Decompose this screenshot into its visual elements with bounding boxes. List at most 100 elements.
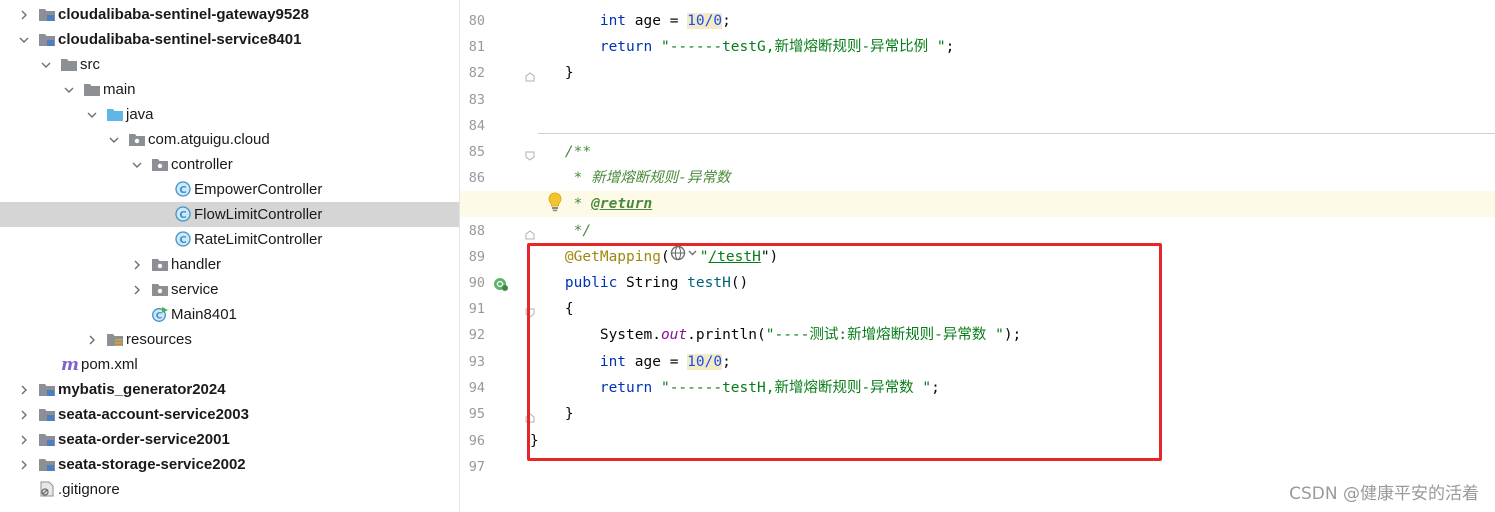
svg-text:C: C [179,210,186,221]
tree-item-service[interactable]: service [0,277,459,302]
chevron-right-icon[interactable] [16,452,32,477]
class-icon: C [174,181,192,197]
code-line-86: * 新增熔断规则-异常数 [564,170,731,186]
code-line-88: */ [564,223,592,239]
module-folder-icon [38,406,56,422]
tree-item-label: cloudalibaba-sentinel-gateway9528 [58,6,309,23]
tree-item-label: com.atguigu.cloud [148,131,270,148]
chevron-right-icon[interactable] [16,402,32,427]
line-number: 96 [468,433,485,449]
chevron-down-icon[interactable] [106,127,122,152]
chevron-down-icon[interactable] [16,27,32,52]
folder-icon [60,56,78,72]
line-number: 86 [468,170,485,186]
svg-text:C: C [156,312,163,322]
chevron-right-icon[interactable] [16,427,32,452]
chevron-down-icon[interactable] [61,77,77,102]
module-folder-icon [38,381,56,397]
chevron-down-icon[interactable] [129,152,145,177]
spring-boot-class-icon: C [151,306,169,322]
line-number: 82 [468,65,485,81]
line-number: 92 [468,327,485,343]
package-icon [128,131,146,147]
tree-item-label: resources [126,331,192,348]
line-number: 95 [468,406,485,422]
svg-text:C: C [179,185,186,196]
tree-item-cloudalibaba-sentinel-gateway9528[interactable]: cloudalibaba-sentinel-gateway9528 [0,2,459,27]
chevron-down-icon[interactable] [84,102,100,127]
tree-item-mybatis-generator2024[interactable]: mybatis_generator2024 [0,377,459,402]
package-icon [151,256,169,272]
method-separator [538,133,1495,134]
tree-item-label: RateLimitController [194,231,323,248]
tree-item-label: handler [171,256,222,273]
tree-item-pom-xml[interactable]: m pom.xml [0,352,459,377]
tree-item-label: pom.xml [81,356,138,373]
tree-item-resources[interactable]: resources [0,327,459,352]
tree-item-com-atguigu-cloud[interactable]: com.atguigu.cloud [0,127,459,152]
tree-item-gitignore[interactable]: .gitignore [0,477,459,502]
line-number: 94 [468,380,485,396]
module-folder-icon [38,6,56,22]
chevron-right-icon[interactable] [16,2,32,27]
resources-folder-icon [106,331,124,347]
module-folder-icon [38,456,56,472]
line-number: 88 [468,223,485,239]
tree-item-label: seata-order-service2001 [58,431,230,448]
line-number: 80 [468,13,485,29]
code-line-87: * @return [564,196,653,212]
folder-icon [83,81,101,97]
tree-item-label: .gitignore [58,481,120,498]
chevron-down-icon[interactable] [38,52,54,77]
tree-item-label: seata-account-service2003 [58,406,249,423]
line-number: 93 [468,354,485,370]
line-number: 97 [468,459,485,475]
line-number: 84 [468,118,485,134]
tree-item-src[interactable]: src [0,52,459,77]
tree-item-seata-order-service2001[interactable]: seata-order-service2001 [0,427,459,452]
code-line-82: } [564,65,574,81]
tree-item-label: controller [171,156,233,173]
tree-item-label: mybatis_generator2024 [58,381,226,398]
chevron-right-icon[interactable] [129,252,145,277]
code-line-81: return "------testG,新增熔断规则-异常比例 "; [599,39,955,55]
code-line-85: /** [564,144,592,160]
chevron-right-icon[interactable] [16,377,32,402]
tree-item-label: service [171,281,219,298]
tree-item-label: src [80,56,100,73]
highlight-box [527,243,1162,461]
ignore-file-icon [38,481,56,497]
package-icon [151,281,169,297]
chevron-right-icon[interactable] [84,327,100,352]
tree-item-java[interactable]: java [0,102,459,127]
lightbulb-icon[interactable] [546,191,564,213]
tree-item-main[interactable]: main [0,77,459,102]
tree-item-controller[interactable]: controller [0,152,459,177]
tree-item-cloudalibaba-sentinel-service8401[interactable]: cloudalibaba-sentinel-service8401 [0,27,459,52]
class-icon: C [174,206,192,222]
tree-item-label: FlowLimitController [194,206,323,223]
line-number: 89 [468,249,485,265]
line-number: 90 [468,275,485,291]
tree-item-label: main [103,81,136,98]
package-icon [151,156,169,172]
web-endpoint-gutter-icon[interactable] [493,276,509,292]
line-number: 81 [468,39,485,55]
tree-item-label: java [126,106,154,123]
tree-item-handler[interactable]: handler [0,252,459,277]
svg-text:m: m [61,356,79,372]
tree-item-flowlimitcontroller[interactable]: C FlowLimitController [0,202,459,227]
watermark: CSDN @健康平安的活着 [1289,484,1479,504]
tree-item-main8401[interactable]: C Main8401 [0,302,459,327]
chevron-right-icon[interactable] [129,277,145,302]
svg-text:C: C [179,235,186,246]
line-number: 83 [468,92,485,108]
maven-icon: m [60,355,79,375]
tree-item-empowercontroller[interactable]: C EmpowerController [0,177,459,202]
tree-item-seata-account-service2003[interactable]: seata-account-service2003 [0,402,459,427]
editor-gutter: 808182838485868788899091929394959697 [460,0,535,512]
tree-item-ratelimitcontroller[interactable]: C RateLimitController [0,227,459,252]
source-folder-icon [106,106,124,122]
tree-item-seata-storage-service2002[interactable]: seata-storage-service2002 [0,452,459,477]
module-folder-icon [38,31,56,47]
